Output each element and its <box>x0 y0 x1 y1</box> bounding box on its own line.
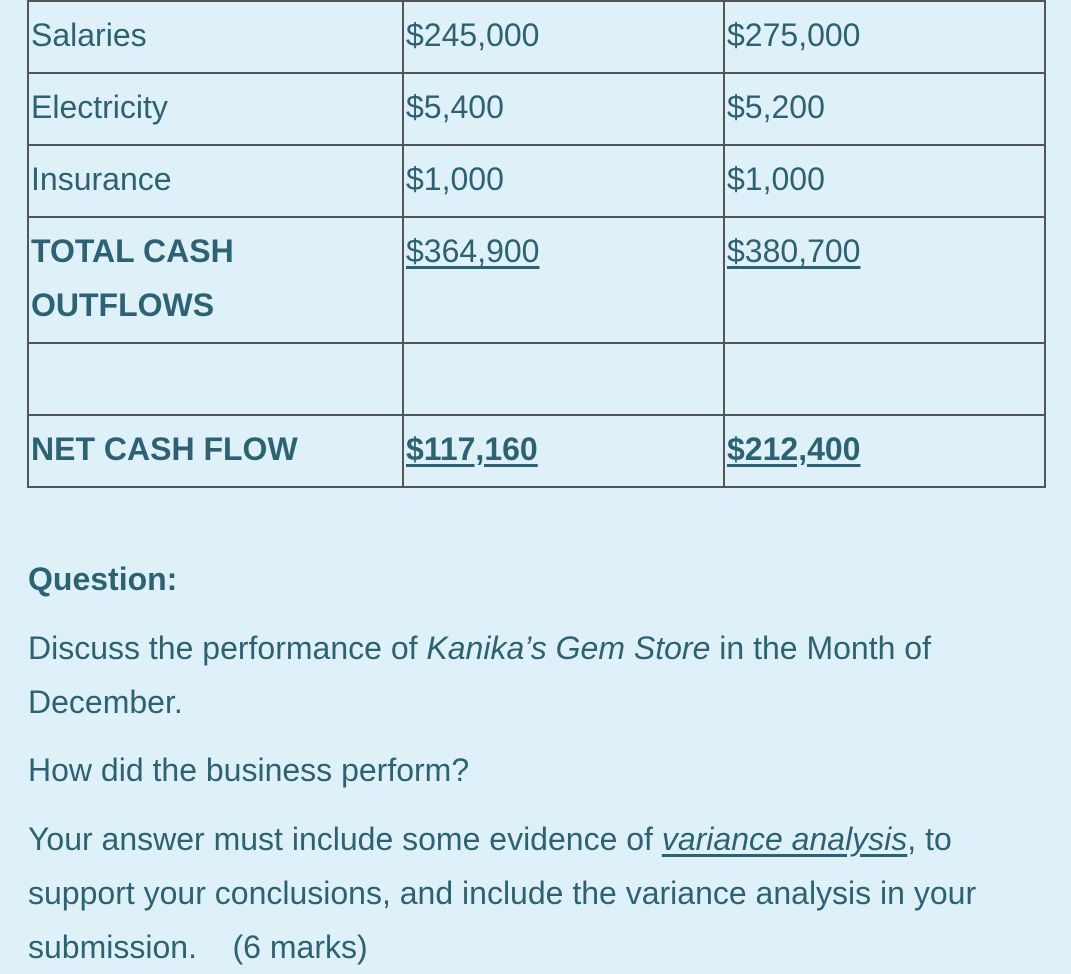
row-label: NET CASH FLOW <box>27 414 404 488</box>
question-paragraph: Your answer must include some evidence o… <box>28 812 1048 974</box>
cell-value: $245,000 <box>402 0 725 74</box>
question-heading: Question: <box>28 561 178 597</box>
row-label: TOTAL CASH OUTFLOWS <box>27 216 404 344</box>
row-label: Electricity <box>27 72 404 146</box>
business-name: Kanika’s Gem Store <box>426 630 711 666</box>
marks-label: (6 marks) <box>232 929 368 965</box>
total-value: $380,700 <box>727 233 861 269</box>
cell-value: $1,000 <box>723 144 1046 218</box>
cell-value <box>723 342 1046 416</box>
cell-value: $5,400 <box>402 72 725 146</box>
question-text: Your answer must include some evidence o… <box>28 821 662 857</box>
row-label-line: TOTAL CASH <box>31 233 234 269</box>
net-value: $117,160 <box>406 431 538 467</box>
table-row-total-outflows: TOTAL CASH OUTFLOWS $364,900 $380,700 <box>27 216 1046 344</box>
cell-value: $275,000 <box>723 0 1046 74</box>
table-row-net-cash-flow: NET CASH FLOW $117,160 $212,400 <box>27 414 1046 488</box>
cash-flow-table: Salaries $245,000 $275,000 Electricity $… <box>27 0 1046 488</box>
row-label: Insurance <box>27 144 404 218</box>
cell-value: $5,200 <box>723 72 1046 146</box>
cell-value: $380,700 <box>723 216 1046 344</box>
table-row: Salaries $245,000 $275,000 <box>27 0 1046 74</box>
table-row: Electricity $5,400 $5,200 <box>27 72 1046 146</box>
question-text: Discuss the performance of <box>28 630 427 666</box>
total-value: $364,900 <box>406 233 540 269</box>
cell-value: $364,900 <box>402 216 725 344</box>
table-row: Insurance $1,000 $1,000 <box>27 144 1046 218</box>
cell-value: $1,000 <box>402 144 725 218</box>
variance-analysis-term: variance analysis <box>661 821 908 857</box>
cell-value <box>402 342 725 416</box>
cell-value: $212,400 <box>723 414 1046 488</box>
cell-value: $117,160 <box>402 414 725 488</box>
table-row-blank <box>27 342 1046 416</box>
row-label-line: OUTFLOWS <box>31 287 215 323</box>
question-paragraph: How did the business perform? <box>28 752 470 788</box>
question-paragraph: Discuss the performance of Kanika’s Gem … <box>28 621 1038 729</box>
net-value: $212,400 <box>727 431 861 467</box>
row-label: Salaries <box>27 0 404 74</box>
row-label <box>27 342 404 416</box>
